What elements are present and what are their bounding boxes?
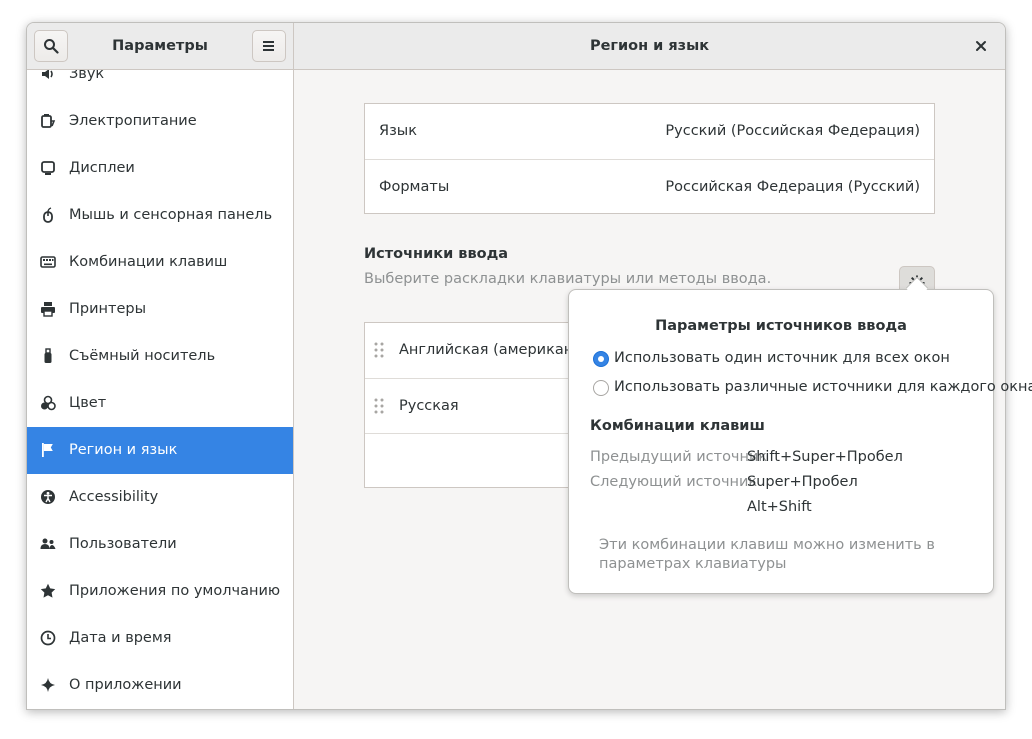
sidebar-item-label: О приложении bbox=[69, 677, 182, 693]
input-sources-title: Источники ввода bbox=[364, 246, 509, 262]
add-input-source-row[interactable] bbox=[365, 433, 583, 488]
input-source-row[interactable]: Русская bbox=[365, 378, 583, 433]
usb-drive-icon bbox=[40, 348, 56, 364]
sidebar-item-label: Приложения по умолчанию bbox=[69, 583, 281, 599]
popover-title: Параметры источников ввода bbox=[655, 318, 907, 334]
radio-button-selected[interactable] bbox=[593, 351, 609, 367]
sidebar-item-label: Дата и время bbox=[69, 630, 172, 646]
mouse-icon bbox=[40, 207, 56, 223]
sidebar-item-label: Комбинации клавиш bbox=[69, 254, 228, 270]
search-icon bbox=[44, 39, 59, 54]
main-menu-button[interactable] bbox=[252, 30, 286, 62]
sidebar-header: Параметры bbox=[27, 23, 294, 70]
shortcuts-note: Эти комбинации клавиш можно изменить в п… bbox=[599, 537, 935, 572]
sidebar-item-region-language[interactable]: Регион и язык bbox=[27, 427, 293, 474]
sidebar-item-label: Мышь и сенсорная панель bbox=[69, 207, 273, 223]
sidebar-item-removable-media[interactable]: Съёмный носитель bbox=[27, 333, 293, 380]
clock-icon bbox=[40, 630, 56, 646]
close-icon bbox=[976, 41, 986, 51]
prev-source-shortcut: Shift+Super+Пробел bbox=[747, 449, 903, 465]
next-source-shortcut: Super+Пробел bbox=[747, 474, 858, 490]
display-icon bbox=[40, 160, 56, 176]
printer-icon bbox=[40, 301, 56, 317]
content-header: Регион и язык bbox=[294, 23, 1005, 70]
shortcuts-title: Комбинации клавиш bbox=[590, 418, 765, 434]
formats-value: Российская Федерация (Русский) bbox=[665, 179, 920, 195]
sidebar-item-sound[interactable]: Звук bbox=[27, 70, 293, 98]
radio-different-source-label: Использовать различные источники для каж… bbox=[614, 379, 1032, 395]
sidebar-item-power[interactable]: Электропитание bbox=[27, 98, 293, 145]
radio-same-source-label: Использовать один источник для всех окон bbox=[614, 350, 950, 366]
input-sources-list: Английская (американска Русская bbox=[364, 322, 599, 488]
sidebar-item-label: Дисплеи bbox=[69, 160, 135, 176]
language-row[interactable]: Язык Русский (Российская Федерация) bbox=[365, 104, 934, 159]
next-source-label: Следующий источник bbox=[590, 474, 758, 490]
input-source-row[interactable]: Английская (американска bbox=[365, 323, 599, 378]
color-icon bbox=[40, 395, 56, 411]
search-button[interactable] bbox=[34, 30, 68, 62]
sidebar-item-mouse[interactable]: Мышь и сенсорная панель bbox=[27, 192, 293, 239]
language-label: Язык bbox=[379, 123, 417, 139]
sidebar-item-default-apps[interactable]: Приложения по умолчанию bbox=[27, 568, 293, 615]
sidebar-item-printers[interactable]: Принтеры bbox=[27, 286, 293, 333]
sidebar-item-label: Регион и язык bbox=[69, 442, 178, 458]
sidebar-item-label: Звук bbox=[69, 70, 105, 82]
sidebar-item-accessibility[interactable]: Accessibility bbox=[27, 474, 293, 521]
close-button[interactable] bbox=[967, 32, 995, 60]
app-title: Параметры bbox=[112, 38, 208, 54]
sidebar-item-label: Принтеры bbox=[69, 301, 147, 317]
speaker-icon bbox=[40, 70, 56, 82]
power-icon bbox=[40, 113, 56, 129]
sidebar-item-label: Цвет bbox=[69, 395, 107, 411]
prev-source-label: Предыдущий источник bbox=[590, 449, 768, 465]
sidebar: Звук Электропитание Дисплеи Мышь и сенсо… bbox=[27, 70, 294, 709]
sidebar-item-date-time[interactable]: Дата и время bbox=[27, 615, 293, 662]
formats-label: Форматы bbox=[379, 179, 450, 195]
sidebar-item-users[interactable]: Пользователи bbox=[27, 521, 293, 568]
sidebar-item-label: Accessibility bbox=[69, 489, 159, 505]
sidebar-item-label: Электропитание bbox=[69, 113, 197, 129]
input-source-options-popover: Параметры источников ввода Использовать … bbox=[568, 289, 1032, 594]
star-icon bbox=[40, 583, 56, 599]
input-source-label: Русская bbox=[399, 398, 459, 414]
sidebar-item-label: Съёмный носитель bbox=[69, 348, 216, 364]
sidebar-item-displays[interactable]: Дисплеи bbox=[27, 145, 293, 192]
input-sources-subtitle: Выберите раскладки клавиатуры или методы… bbox=[364, 271, 772, 287]
drag-handle-icon[interactable] bbox=[374, 398, 384, 414]
sidebar-item-keyboard-shortcuts[interactable]: Комбинации клавиш bbox=[27, 239, 293, 286]
sparkle-icon bbox=[40, 677, 56, 693]
sidebar-item-about[interactable]: О приложении bbox=[27, 662, 293, 709]
language-value: Русский (Российская Федерация) bbox=[665, 123, 920, 139]
accessibility-icon bbox=[40, 489, 56, 505]
formats-row[interactable]: Форматы Российская Федерация (Русский) bbox=[365, 159, 934, 214]
sidebar-item-label: Пользователи bbox=[69, 536, 177, 552]
page-title: Регион и язык bbox=[589, 38, 710, 54]
next-source-shortcut-alt: Alt+Shift bbox=[747, 499, 812, 515]
keyboard-icon bbox=[40, 254, 56, 270]
language-formats-card: Язык Русский (Российская Федерация) Форм… bbox=[364, 103, 935, 214]
hamburger-icon bbox=[263, 41, 274, 51]
radio-button[interactable] bbox=[593, 380, 609, 396]
flag-icon bbox=[40, 442, 56, 458]
sidebar-item-color[interactable]: Цвет bbox=[27, 380, 293, 427]
drag-handle-icon[interactable] bbox=[374, 342, 384, 358]
users-icon bbox=[40, 536, 56, 552]
